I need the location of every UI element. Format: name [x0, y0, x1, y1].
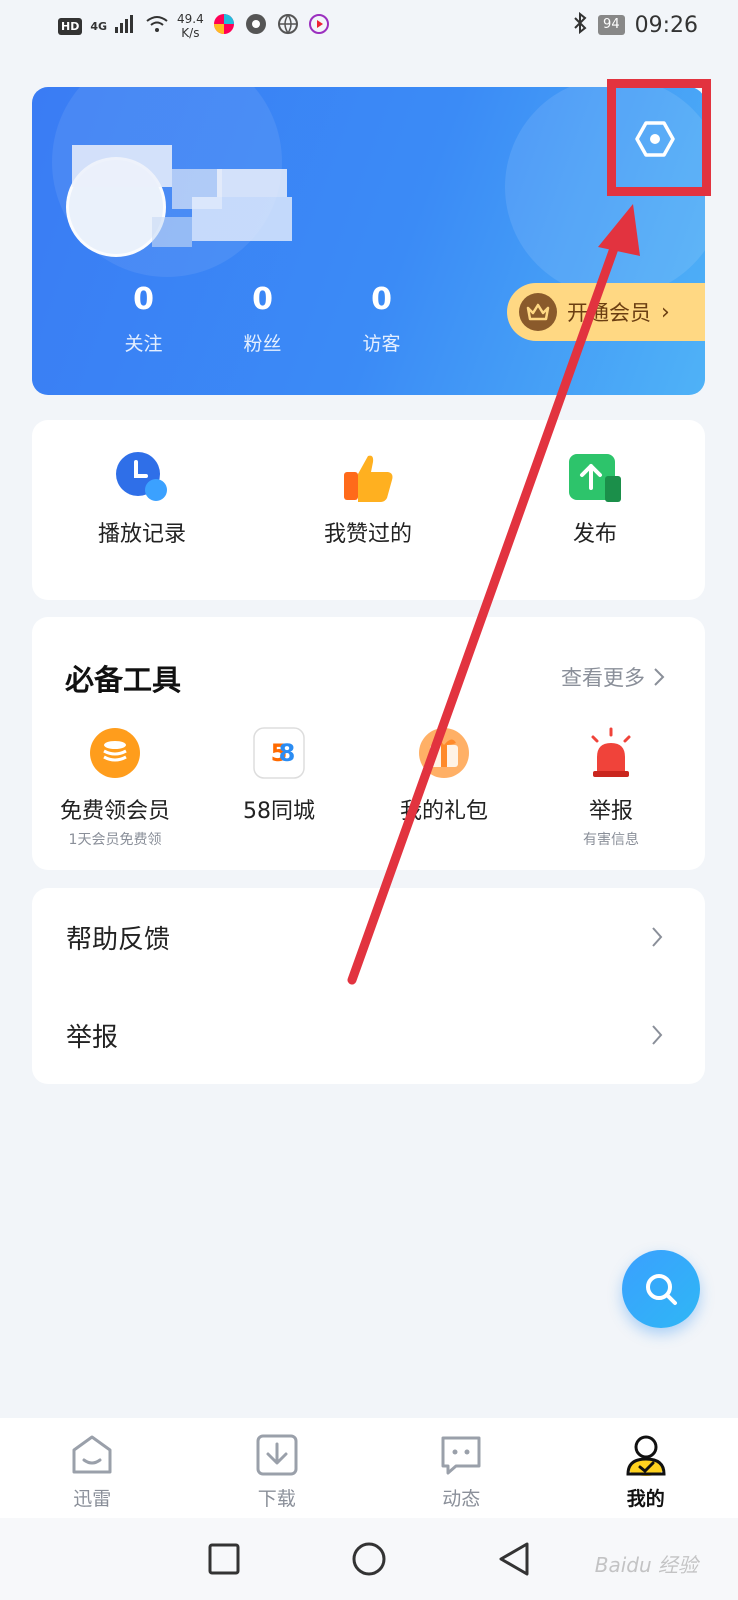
stat-visitors[interactable]: 0 访客 — [322, 282, 441, 356]
report-tool[interactable]: 举报 有害信息 — [536, 727, 686, 849]
help-feedback-row[interactable]: 帮助反馈 — [32, 888, 705, 986]
free-vip-tool[interactable]: 免费领会员 1天会员免费领 — [40, 727, 190, 849]
bottom-tab-bar: 迅雷 下载 动态 我的 — [0, 1418, 738, 1518]
publish-button[interactable]: 发布 — [515, 450, 675, 548]
download-icon — [254, 1432, 300, 1478]
tool-sublabel: 有害信息 — [583, 832, 639, 848]
stat-label: 粉丝 — [243, 333, 282, 355]
battery-indicator: 94 — [598, 15, 625, 35]
video-app-icon — [308, 13, 330, 39]
app-notification-icon — [212, 12, 236, 40]
report-row[interactable]: 举报 — [32, 986, 705, 1084]
chat-icon — [438, 1432, 484, 1478]
tab-mine[interactable]: 我的 — [554, 1418, 738, 1518]
status-right: 94 09:26 — [572, 11, 698, 38]
profile-stats: 0 关注 0 粉丝 0 访客 — [84, 282, 441, 356]
clock-icon — [114, 450, 170, 506]
crown-icon — [519, 293, 557, 331]
58-city-tool[interactable]: 58 58同城 — [204, 727, 354, 829]
tool-label: 免费领会员 — [59, 799, 170, 824]
bluetooth-icon — [572, 11, 588, 38]
settings-button[interactable] — [625, 109, 685, 169]
tab-label: 迅雷 — [73, 1488, 112, 1510]
quick-actions-card: 播放记录 我赞过的 发布 — [32, 420, 705, 600]
search-icon — [646, 1274, 677, 1305]
stat-label: 关注 — [124, 333, 163, 355]
speed-value: 49.4 — [177, 12, 204, 26]
thumbs-up-icon — [340, 450, 396, 506]
tools-title: 必备工具 — [65, 663, 182, 697]
open-vip-button[interactable]: 开通会员 › — [507, 283, 705, 341]
home-button[interactable] — [351, 1541, 387, 1577]
coin-stack-icon — [89, 727, 141, 779]
profile-card: 0 关注 0 粉丝 0 访客 开通会员 › — [32, 87, 705, 395]
see-more-link[interactable]: 查看更多 — [561, 662, 665, 692]
gift-icon — [418, 727, 470, 779]
watermark: Baidu 经验 — [594, 1553, 698, 1577]
hd-badge: HD — [58, 17, 83, 35]
recent-apps-button[interactable] — [207, 1542, 241, 1576]
chevron-right-icon: › — [661, 299, 670, 325]
vip-label: 开通会员 — [567, 301, 651, 325]
menu-label: 举报 — [66, 1022, 119, 1053]
upload-icon — [567, 450, 623, 506]
58-logo-icon: 58 — [253, 727, 305, 779]
liked-button[interactable]: 我赞过的 — [288, 450, 448, 548]
search-fab[interactable] — [622, 1250, 700, 1328]
quick-action-label: 我赞过的 — [323, 522, 412, 547]
menu-card: 帮助反馈 举报 — [32, 888, 705, 1084]
home-icon — [69, 1432, 115, 1478]
my-gift-tool[interactable]: 我的礼包 — [369, 727, 519, 829]
play-history-button[interactable]: 播放记录 — [62, 450, 222, 548]
stat-value: 0 — [252, 282, 273, 317]
tab-xunlei[interactable]: 迅雷 — [0, 1418, 185, 1518]
tab-label: 我的 — [626, 1488, 665, 1510]
settings-hexagon-icon — [635, 121, 675, 157]
stat-label: 访客 — [362, 333, 401, 355]
stat-followers[interactable]: 0 粉丝 — [203, 282, 322, 356]
tool-label: 我的礼包 — [399, 799, 488, 824]
globe-icon — [276, 12, 300, 40]
tool-sublabel: 1天会员免费领 — [68, 832, 162, 848]
svg-text:8: 8 — [279, 739, 296, 767]
stat-following[interactable]: 0 关注 — [84, 282, 203, 356]
tools-card: 必备工具 查看更多 免费领会员 1天会员免费领 58 58同城 我的礼包 举报 … — [32, 617, 705, 870]
wifi-icon — [145, 15, 169, 37]
alarm-icon — [585, 727, 637, 779]
tool-label: 举报 — [588, 799, 633, 824]
tab-label: 下载 — [257, 1488, 296, 1510]
menu-label: 帮助反馈 — [66, 924, 171, 955]
chevron-right-icon — [652, 927, 663, 947]
stat-value: 0 — [371, 282, 392, 317]
stat-value: 0 — [133, 282, 154, 317]
back-button[interactable] — [497, 1541, 531, 1577]
tab-label: 动态 — [442, 1488, 481, 1510]
tool-label: 58同城 — [243, 799, 315, 824]
chevron-right-icon — [652, 1025, 663, 1045]
network-type: 4G — [90, 19, 108, 33]
status-left: HD 4G 49.4 K/s — [58, 12, 330, 40]
speed-unit: K/s — [181, 26, 200, 40]
tab-feed[interactable]: 动态 — [369, 1418, 554, 1518]
tab-download[interactable]: 下载 — [185, 1418, 370, 1518]
signal-icon — [115, 15, 137, 37]
clock: 09:26 — [634, 12, 698, 38]
profile-icon — [623, 1432, 669, 1478]
network-speed: 49.4 K/s — [177, 12, 204, 40]
quick-action-label: 发布 — [572, 522, 617, 547]
app-notification-icon — [244, 12, 268, 40]
status-bar: HD 4G 49.4 K/s 94 09:26 — [0, 0, 738, 56]
see-more-label: 查看更多 — [561, 666, 645, 690]
chevron-right-icon — [654, 668, 665, 686]
quick-action-label: 播放记录 — [97, 522, 186, 547]
